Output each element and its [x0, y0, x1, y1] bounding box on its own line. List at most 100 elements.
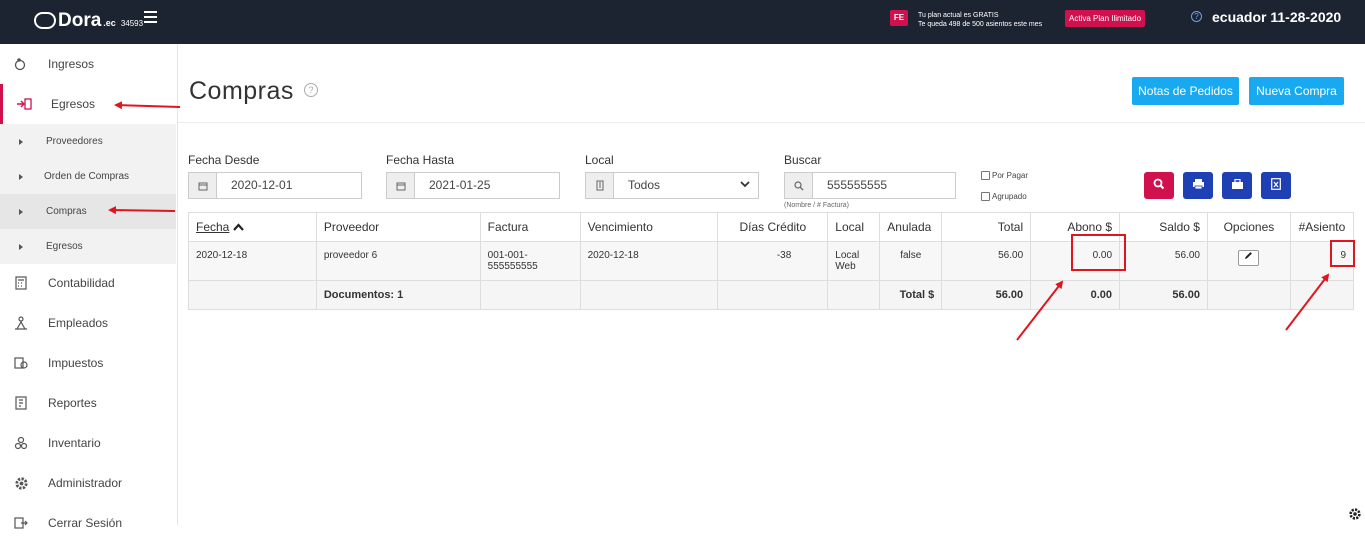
sidebar-item-label: Inventario	[48, 436, 101, 450]
page-title: Compras	[189, 77, 294, 105]
sidebar-item-cerrar-sesion[interactable]: Cerrar Sesión	[0, 503, 178, 543]
egresos-icon	[16, 96, 32, 112]
sidebar-subitem-proveedores[interactable]: Proveedores	[0, 124, 176, 159]
col-saldo-header[interactable]: Saldo $	[1119, 212, 1208, 242]
sidebar-subitem-label: Compras	[46, 206, 87, 217]
col-dias-credito-header[interactable]: Días Crédito	[717, 212, 829, 242]
caret-right-icon	[19, 173, 23, 180]
sidebar-item-label: Empleados	[48, 316, 109, 330]
sidebar-item-administrador[interactable]: Administrador	[0, 463, 178, 503]
table-row: 2020-12-18 proveedor 6 001-001-555555555…	[188, 241, 1355, 281]
notas-de-pedidos-button[interactable]: Notas de Pedidos	[1132, 77, 1239, 105]
reports-icon	[13, 395, 29, 411]
agrupado-checkbox[interactable]: Agrupado	[981, 192, 1027, 201]
col-vencimiento-header[interactable]: Vencimiento	[579, 212, 719, 242]
col-fecha-header[interactable]: Fecha	[188, 212, 317, 242]
print-button[interactable]	[1183, 172, 1213, 199]
cell-empty	[1289, 280, 1355, 310]
documentos-count: Documentos: 1	[315, 280, 481, 310]
sidebar-item-ingresos[interactable]: Ingresos	[0, 44, 178, 84]
calendar-icon	[189, 173, 217, 198]
sidebar-subitem-compras[interactable]: Compras	[0, 194, 176, 229]
menu-toggle-icon[interactable]	[144, 11, 157, 23]
cell-saldo: 56.00	[1119, 241, 1208, 281]
cell-anulada: false	[879, 241, 943, 281]
por-pagar-checkbox[interactable]: Por Pagar	[981, 171, 1028, 180]
local-select[interactable]: Todos	[585, 172, 759, 199]
fecha-hasta-value: 2021-01-25	[429, 178, 491, 192]
highlight-box-asiento	[1330, 240, 1355, 267]
sidebar-subitem-orden-de-compras[interactable]: Orden de Compras	[0, 159, 176, 194]
chevron-down-icon	[740, 180, 750, 191]
activate-plan-button[interactable]: Activa Plan Ilimitado	[1065, 10, 1146, 27]
briefcase-icon	[1231, 178, 1244, 193]
briefcase-button[interactable]	[1222, 172, 1252, 199]
sidebar-item-inventario[interactable]: Inventario	[0, 423, 178, 463]
plan-line-2: Te queda 498 de 500 asientos este mes	[918, 21, 1043, 28]
checkbox-box[interactable]	[981, 171, 990, 180]
compras-table: Fecha Proveedor Factura Vencimiento Días…	[188, 212, 1355, 310]
total-label: Total $	[879, 280, 943, 310]
edit-button[interactable]	[1238, 250, 1260, 266]
sidebar-item-empleados[interactable]: Empleados	[0, 303, 178, 343]
logout-icon	[13, 515, 29, 531]
sidebar-item-label: Ingresos	[48, 57, 95, 71]
checkbox-box[interactable]	[981, 192, 990, 201]
sidebar-item-label: Egresos	[51, 97, 96, 111]
fecha-desde-field[interactable]: 2020-12-01	[188, 172, 362, 199]
search-icon	[785, 173, 813, 198]
plan-info: Tu plan actual es GRATIS Te queda 498 de…	[918, 11, 1042, 29]
col-anulada-header[interactable]: Anulada	[879, 212, 943, 242]
sidebar-item-contabilidad[interactable]: Contabilidad	[0, 263, 178, 303]
top-bar: Dora .ec 34593 FE Tu plan actual es GRAT…	[0, 0, 1365, 44]
caret-right-icon	[19, 243, 23, 250]
employees-icon	[13, 315, 29, 331]
col-factura-header[interactable]: Factura	[479, 212, 581, 242]
fecha-desde-label: Fecha Desde	[188, 153, 260, 167]
search-button[interactable]	[1144, 172, 1174, 199]
sidebar-item-egresos[interactable]: Egresos	[0, 84, 178, 124]
gear-icon	[13, 475, 29, 491]
excel-export-button[interactable]	[1261, 172, 1291, 199]
col-local-header[interactable]: Local	[827, 212, 881, 242]
cell-empty	[188, 280, 317, 310]
sidebar-item-impuestos[interactable]: Impuestos	[0, 343, 178, 383]
sidebar-subitem-egresos[interactable]: Egresos	[0, 229, 176, 264]
help-icon[interactable]: ?	[1191, 11, 1202, 22]
footer-saldo: 56.00	[1119, 280, 1208, 310]
calendar-icon	[387, 173, 415, 198]
divider	[178, 122, 1365, 123]
buscar-label: Buscar	[784, 153, 822, 167]
fe-badge: FE	[890, 10, 908, 26]
cell-proveedor: proveedor 6	[315, 241, 481, 281]
table-total-row: Documentos: 1 Total $ 56.00 0.00 56.00	[188, 280, 1355, 310]
col-asiento-header[interactable]: #Asiento	[1289, 212, 1355, 242]
col-proveedor-header[interactable]: Proveedor	[315, 212, 481, 242]
cell-empty	[1206, 280, 1291, 310]
piggy-bank-icon	[13, 56, 29, 72]
por-pagar-label: Por Pagar	[992, 171, 1029, 180]
logo-mark-icon	[34, 12, 56, 29]
sidebar-item-label: Impuestos	[48, 356, 104, 370]
cell-vencimiento: 2020-12-18	[579, 241, 719, 281]
local-value: Todos	[628, 178, 661, 192]
local-label: Local	[585, 153, 614, 167]
footer-abono: 0.00	[1030, 280, 1121, 310]
col-total-header[interactable]: Total	[941, 212, 1032, 242]
cell-factura: 001-001-555555555	[479, 241, 581, 281]
settings-gear-icon[interactable]	[1344, 507, 1365, 525]
pencil-icon	[1244, 252, 1253, 263]
sidebar-item-reportes[interactable]: Reportes	[0, 383, 178, 423]
nueva-compra-button[interactable]: Nueva Compra	[1249, 77, 1344, 105]
help-icon[interactable]: ?	[304, 83, 318, 97]
caret-right-icon	[19, 138, 23, 145]
logo[interactable]: Dora .ec 34593	[34, 9, 143, 32]
inventory-icon	[13, 435, 29, 451]
cell-total-link[interactable]: 56.00	[941, 241, 1032, 281]
cell-empty	[827, 280, 881, 310]
search-icon	[1153, 178, 1165, 193]
sidebar-subitem-label: Proveedores	[46, 136, 103, 147]
fecha-hasta-field[interactable]: 2021-01-25	[386, 172, 560, 199]
sidebar-subitem-label: Orden de Compras	[44, 171, 130, 182]
buscar-input[interactable]: 555555555	[784, 172, 956, 199]
